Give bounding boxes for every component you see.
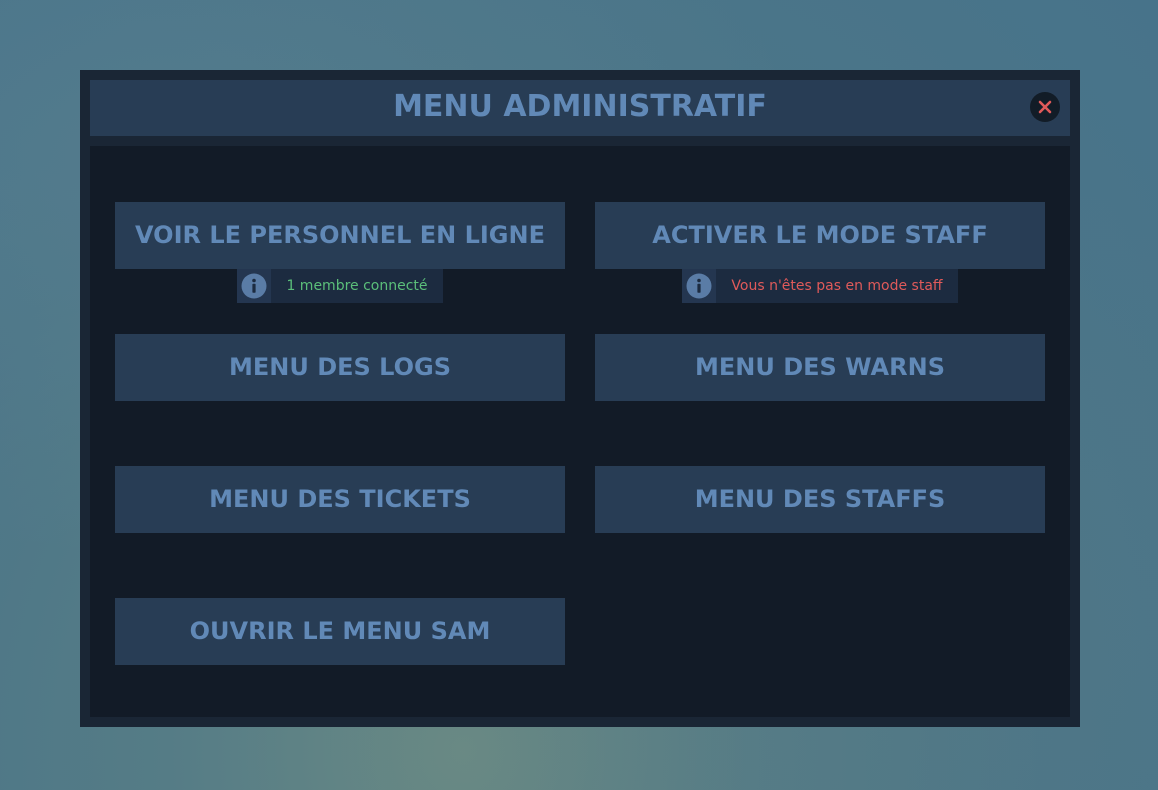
info-icon-box — [237, 269, 271, 303]
close-button[interactable] — [1030, 92, 1060, 122]
info-icon — [241, 273, 267, 299]
online-count-text: 1 membre connecté — [286, 278, 428, 294]
staff-mode-status-text: Vous n'êtes pas en mode staff — [731, 278, 943, 294]
menu-content-area: VOIR LE PERSONNEL EN LIGNE 1 membre conn… — [90, 146, 1070, 717]
online-count-tag: 1 membre connecté — [237, 269, 443, 303]
info-icon — [686, 273, 712, 299]
staffs-menu-button[interactable]: MENU DES STAFFS — [595, 466, 1045, 533]
tickets-menu-button[interactable]: MENU DES TICKETS — [115, 466, 565, 533]
sam-menu-button[interactable]: OUVRIR LE MENU SAM — [115, 598, 565, 665]
staff-mode-status-tag: Vous n'êtes pas en mode staff — [682, 269, 958, 303]
window-titlebar: MENU ADMINISTRATIF — [90, 80, 1070, 136]
window-title: MENU ADMINISTRATIF — [393, 89, 767, 124]
logs-menu-button[interactable]: MENU DES LOGS — [115, 334, 565, 401]
warns-menu-button[interactable]: MENU DES WARNS — [595, 334, 1045, 401]
staff-mode-button[interactable]: ACTIVER LE MODE STAFF — [595, 202, 1045, 269]
close-icon — [1038, 100, 1052, 114]
admin-menu-window: MENU ADMINISTRATIF VOIR LE PERSONNEL EN … — [80, 70, 1080, 727]
info-icon-box — [682, 269, 716, 303]
online-staff-button[interactable]: VOIR LE PERSONNEL EN LIGNE — [115, 202, 565, 269]
